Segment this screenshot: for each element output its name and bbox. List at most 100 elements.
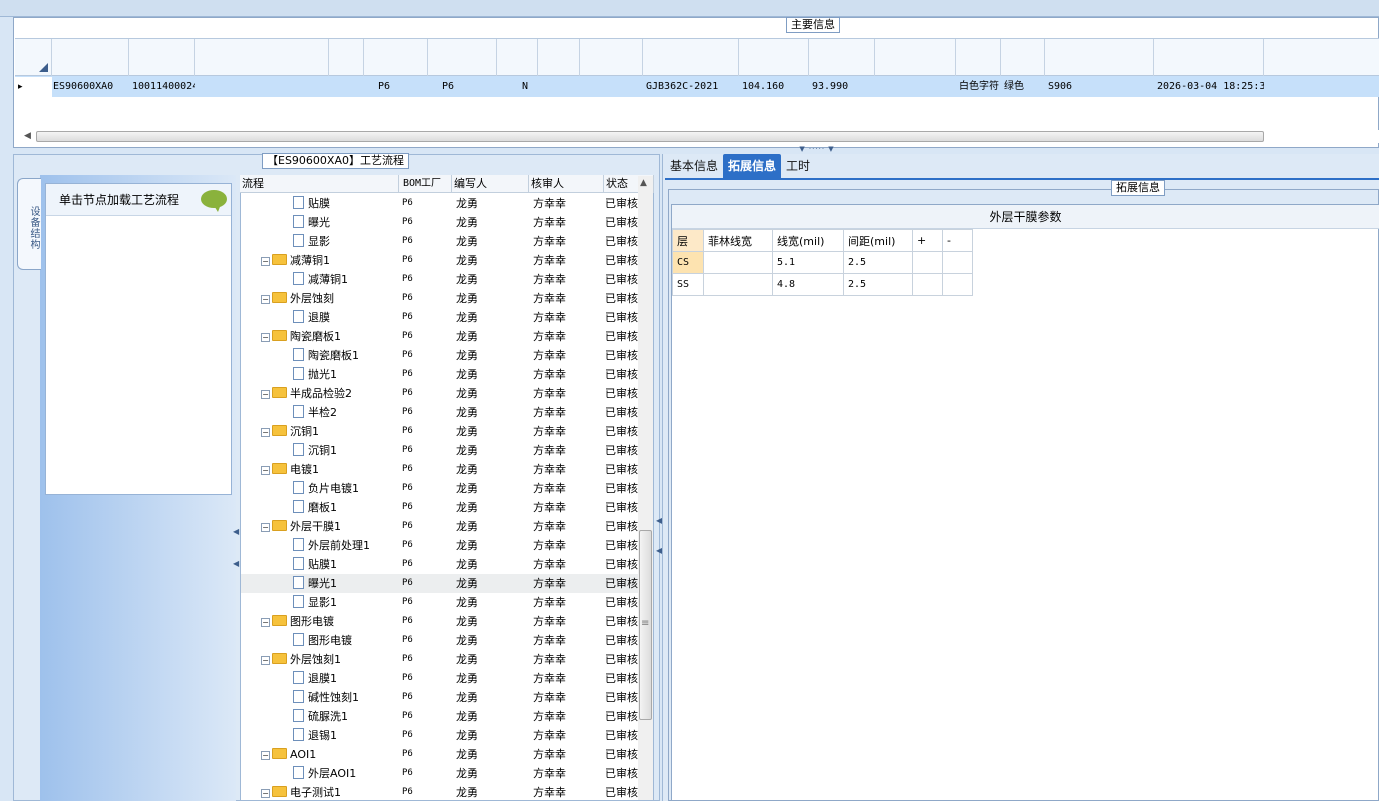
tree-node[interactable]: − 半成品检验2 — [241, 384, 398, 403]
tree-row[interactable]: 外层前处理1 P6 龙勇 方幸幸 已审核 — [241, 536, 638, 555]
param-cell[interactable]: 5.1 — [772, 251, 844, 274]
tree-row[interactable]: 抛光1 P6 龙勇 方幸幸 已审核 — [241, 365, 638, 384]
column-header[interactable] — [428, 39, 497, 76]
grid-cell[interactable]: P6 — [428, 77, 497, 97]
expand-toggle-icon[interactable]: − — [261, 618, 270, 627]
expand-toggle-icon[interactable]: − — [261, 523, 270, 532]
tree-row[interactable]: − 减薄铜1 P6 龙勇 方幸幸 已审核 — [241, 251, 638, 270]
param-header[interactable]: + — [912, 229, 943, 252]
tree-node[interactable]: − 电子测试1 — [241, 783, 398, 801]
tree-node[interactable]: 显影1 — [241, 593, 398, 612]
expand-toggle-icon[interactable]: − — [261, 656, 270, 665]
tree-node[interactable]: − 陶瓷磨板1 — [241, 327, 398, 346]
grid-cell[interactable] — [538, 77, 580, 97]
param-header[interactable]: 菲林线宽 — [703, 229, 773, 252]
column-header[interactable] — [643, 39, 739, 76]
param-cell[interactable] — [703, 251, 773, 274]
tree-node[interactable]: 抛光1 — [241, 365, 398, 384]
tree-node[interactable]: 硫脲洗1 — [241, 707, 398, 726]
expand-toggle-icon[interactable]: − — [261, 333, 270, 342]
param-header[interactable]: 间距(mil) — [843, 229, 913, 252]
tree-row[interactable]: − 外层蚀刻1 P6 龙勇 方幸幸 已审核 — [241, 650, 638, 669]
tree-row[interactable]: 陶瓷磨板1 P6 龙勇 方幸幸 已审核 — [241, 346, 638, 365]
tree-node[interactable]: − 电镀1 — [241, 460, 398, 479]
tree-row[interactable]: 曝光 P6 龙勇 方幸幸 已审核 — [241, 213, 638, 232]
grid-cell[interactable]: 白色字符 — [956, 77, 1001, 97]
param-header[interactable]: - — [942, 229, 973, 252]
tree-node[interactable]: 沉铜1 — [241, 441, 398, 460]
param-cell[interactable] — [942, 273, 973, 296]
tree-row[interactable]: 图形电镀 P6 龙勇 方幸幸 已审核 — [241, 631, 638, 650]
grid-cell[interactable]: ES90600XA0 — [52, 77, 129, 97]
tree-row[interactable]: − 图形电镀 P6 龙勇 方幸幸 已审核 — [241, 612, 638, 631]
param-cell[interactable] — [703, 273, 773, 296]
tree-node[interactable]: 退膜1 — [241, 669, 398, 688]
param-cell[interactable]: SS — [672, 273, 704, 296]
tree-row[interactable]: 沉铜1 P6 龙勇 方幸幸 已审核 — [241, 441, 638, 460]
column-header[interactable] — [956, 39, 1001, 76]
grid-cell[interactable]: 绿色 — [1001, 77, 1045, 97]
scroll-left-arrow-icon[interactable]: ◀ — [24, 131, 31, 141]
tree-row[interactable]: − 沉铜1 P6 龙勇 方幸幸 已审核 — [241, 422, 638, 441]
grid-corner[interactable] — [15, 39, 52, 76]
param-cell[interactable]: CS — [672, 251, 704, 274]
tree-column-header[interactable]: 编写人 — [452, 175, 529, 193]
tree-row[interactable]: 外层AOI1 P6 龙勇 方幸幸 已审核 — [241, 764, 638, 783]
vertical-tab-structure[interactable]: 设备结构 — [17, 178, 41, 270]
tree-row[interactable]: − AOI1 P6 龙勇 方幸幸 已审核 — [241, 745, 638, 764]
grid-cell[interactable]: GJB362C-2021 — [643, 77, 739, 97]
column-header[interactable] — [129, 39, 195, 76]
tree-row[interactable]: 半检2 P6 龙勇 方幸幸 已审核 — [241, 403, 638, 422]
tree-node[interactable]: 图形电镀 — [241, 631, 398, 650]
tree-column-header[interactable]: 流程 — [240, 175, 399, 193]
grid-cell[interactable] — [875, 77, 956, 97]
tree-row[interactable]: 碱性蚀刻1 P6 龙勇 方幸幸 已审核 — [241, 688, 638, 707]
column-header[interactable] — [52, 39, 129, 76]
tree-node[interactable]: − 图形电镀 — [241, 612, 398, 631]
column-header[interactable] — [580, 39, 643, 76]
param-cell[interactable] — [942, 251, 973, 274]
tree-node[interactable]: − 沉铜1 — [241, 422, 398, 441]
tree-node[interactable]: 外层前处理1 — [241, 536, 398, 555]
tree-column-header[interactable]: 核审人 — [529, 175, 604, 193]
param-cell[interactable] — [912, 251, 943, 274]
expand-toggle-icon[interactable]: − — [261, 257, 270, 266]
grid-cell[interactable]: N — [497, 77, 538, 97]
column-header[interactable] — [329, 39, 364, 76]
tree-row[interactable]: 贴膜 P6 龙勇 方幸幸 已审核 — [241, 194, 638, 213]
column-header[interactable] — [1045, 39, 1154, 76]
tree-row[interactable]: − 半成品检验2 P6 龙勇 方幸幸 已审核 — [241, 384, 638, 403]
tree-node[interactable]: 曝光1 — [241, 574, 398, 593]
tab-basic[interactable]: 基本信息 — [665, 154, 723, 178]
param-cell[interactable]: 4.8 — [772, 273, 844, 296]
param-cell[interactable]: 2.5 — [843, 251, 913, 274]
grid-cell[interactable]: 2026-03-04 18:25:32 — [1154, 77, 1264, 97]
tree-node[interactable]: 磨板1 — [241, 498, 398, 517]
tree-node[interactable]: 外层AOI1 — [241, 764, 398, 783]
grid-cell[interactable]: S906 — [1045, 77, 1154, 97]
tab-hours[interactable]: 工时 — [781, 154, 815, 178]
column-header[interactable] — [195, 39, 329, 76]
tree-row[interactable]: 磨板1 P6 龙勇 方幸幸 已审核 — [241, 498, 638, 517]
tree-row[interactable]: 硫脲洗1 P6 龙勇 方幸幸 已审核 — [241, 707, 638, 726]
collapse-left-icon[interactable]: ◀ ◀ — [233, 516, 239, 580]
grid-cell[interactable] — [195, 77, 329, 97]
horizontal-scroll-thumb[interactable] — [36, 131, 1264, 142]
tree-row[interactable]: − 电镀1 P6 龙勇 方幸幸 已审核 — [241, 460, 638, 479]
param-header[interactable]: 层 — [672, 229, 704, 252]
grid-cell[interactable] — [580, 77, 643, 97]
grid-cell[interactable] — [329, 77, 364, 97]
column-header[interactable] — [497, 39, 538, 76]
chat-bubble-icon[interactable] — [201, 190, 227, 212]
tree-row[interactable]: 曝光1 P6 龙勇 方幸幸 已审核 — [241, 574, 638, 593]
tree-node[interactable]: − 外层蚀刻 — [241, 289, 398, 308]
tree-node[interactable]: − 外层干膜1 — [241, 517, 398, 536]
tree-row[interactable]: 减薄铜1 P6 龙勇 方幸幸 已审核 — [241, 270, 638, 289]
tree-row[interactable]: − 外层蚀刻 P6 龙勇 方幸幸 已审核 — [241, 289, 638, 308]
column-header[interactable] — [1001, 39, 1045, 76]
tree-node[interactable]: 负片电镀1 — [241, 479, 398, 498]
tree-row[interactable]: 退膜1 P6 龙勇 方幸幸 已审核 — [241, 669, 638, 688]
tree-column-header[interactable]: BOM工厂 — [399, 175, 452, 193]
tree-node[interactable]: − 外层蚀刻1 — [241, 650, 398, 669]
tree-node[interactable]: 退膜 — [241, 308, 398, 327]
